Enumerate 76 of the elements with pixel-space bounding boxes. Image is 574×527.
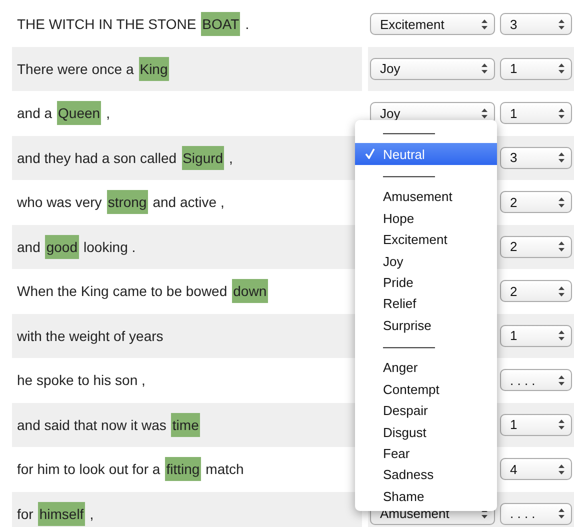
sentence-text: and a — [17, 105, 52, 122]
sentence-text: , — [106, 105, 110, 122]
menu-item[interactable]: ———— — [355, 336, 497, 358]
sentence-text: who was very — [17, 194, 102, 210]
intensity-select[interactable]: 1 — [500, 414, 572, 436]
highlighted-word: King — [138, 56, 169, 81]
stepper-arrows-icon — [481, 108, 488, 119]
stepper-arrows-icon — [558, 108, 565, 119]
intensity-select[interactable]: 3 — [500, 146, 572, 169]
menu-item[interactable]: Fear — [355, 442, 497, 464]
sentence-text: and active , — [152, 194, 224, 210]
menu-item[interactable]: Anger — [355, 357, 497, 379]
stepper-arrows-icon — [558, 330, 565, 342]
sentence-text: . — [245, 16, 250, 32]
sentence-text: When the King came to be bowed — [17, 283, 228, 300]
intensity-select[interactable]: 2 — [500, 236, 572, 258]
sentence-text: There were once a — [17, 60, 134, 77]
highlighted-word: strong — [106, 190, 148, 214]
menu-item[interactable]: Neutral — [355, 143, 497, 165]
intensity-select[interactable]: 2 — [500, 280, 572, 302]
sentence-text: and they had a son called — [17, 150, 177, 166]
sentence-text: match — [206, 461, 244, 478]
stepper-arrows-icon — [558, 63, 565, 74]
sentence-text: he spoke to his son , — [17, 372, 146, 388]
menu-item[interactable]: Hope — [355, 208, 497, 229]
sentence-text: for — [17, 506, 34, 522]
menu-item[interactable]: ———— — [355, 122, 497, 144]
menu-item[interactable]: Excitement — [355, 228, 497, 250]
menu-item[interactable]: Amusement — [355, 186, 497, 208]
stepper-arrows-icon — [558, 152, 565, 164]
stepper-arrows-icon — [558, 241, 565, 252]
intensity-select[interactable]: . . . . — [500, 369, 572, 392]
intensity-select[interactable]: . . . . — [500, 502, 572, 525]
highlighted-word: BOAT — [201, 12, 240, 36]
stepper-arrows-icon — [558, 18, 565, 30]
sentence-text: , — [229, 150, 233, 166]
stepper-arrows-icon — [558, 508, 565, 520]
menu-item[interactable]: ———— — [355, 164, 497, 186]
stepper-arrows-icon — [558, 286, 565, 297]
highlighted-word: time — [171, 412, 200, 437]
stepper-arrows-icon — [558, 464, 565, 475]
emotion-select[interactable]: Joy — [370, 58, 495, 80]
stepper-arrows-icon — [481, 508, 488, 520]
highlighted-word: down — [232, 279, 268, 304]
emotion-select[interactable]: Excitement — [370, 13, 495, 36]
menu-item[interactable]: Joy — [355, 250, 497, 272]
menu-item[interactable]: Surprise — [355, 314, 497, 336]
intensity-select[interactable]: 1 — [500, 58, 572, 80]
highlighted-word: Sigurd — [182, 146, 224, 170]
menu-item[interactable]: Despair — [355, 400, 497, 422]
menu-item[interactable]: Relief — [355, 293, 497, 315]
sentence-text: looking . — [84, 238, 136, 255]
stepper-arrows-icon — [481, 18, 488, 30]
stepper-arrows-icon — [481, 63, 488, 74]
sentence-text: , — [90, 506, 94, 522]
intensity-select[interactable]: 1 — [500, 102, 572, 124]
sentence-text: and said that now it was — [17, 416, 166, 433]
stepper-arrows-icon — [558, 374, 565, 386]
highlighted-word: fitting — [165, 457, 201, 482]
intensity-select[interactable]: 3 — [500, 13, 572, 36]
sentence-text: THE WITCH IN THE STONE — [17, 16, 196, 32]
menu-item[interactable]: Contempt — [355, 378, 497, 400]
intensity-select[interactable]: 2 — [500, 191, 572, 214]
intensity-select[interactable]: 1 — [500, 324, 572, 347]
menu-item[interactable]: Pride — [355, 272, 497, 294]
highlighted-word: good — [45, 234, 79, 259]
intensity-select[interactable]: 4 — [500, 458, 572, 480]
sentence-text: with the weight of years — [17, 328, 164, 344]
sentence-text: and — [17, 238, 40, 255]
menu-item[interactable]: Disgust — [355, 421, 497, 443]
highlighted-word: himself — [38, 502, 85, 526]
menu-item[interactable]: Sadness — [355, 464, 497, 486]
sentence-text: for him to look out for a — [17, 461, 160, 478]
highlighted-word: Queen — [57, 101, 102, 126]
stepper-arrows-icon — [558, 196, 565, 208]
stepper-arrows-icon — [558, 419, 565, 430]
